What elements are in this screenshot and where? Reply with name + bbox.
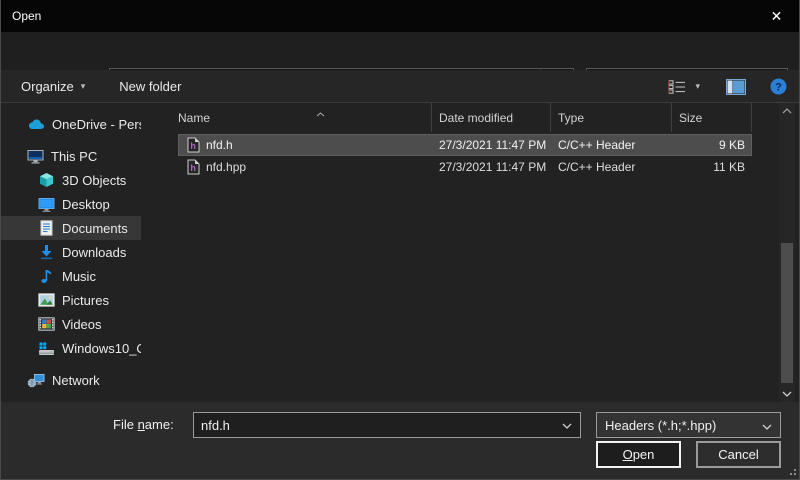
change-view-button[interactable]: ▾ xyxy=(668,80,700,94)
organize-button[interactable]: Organize ▾ xyxy=(21,79,85,94)
navigation-sidebar: OneDrive - Persor This PC 3D Objects Deskto… xyxy=(1,103,161,402)
file-row[interactable]: h nfd.h 27/3/2021 11:47 PMC/C++ Header9 KB xyxy=(178,134,752,156)
details-view-icon xyxy=(668,80,686,94)
navigation-bar: ← → ↑ « GitHub›nativefiledialog›src›incl… xyxy=(1,32,799,70)
column-header-type[interactable]: Type xyxy=(551,103,672,132)
sidebar-item-label: Documents xyxy=(62,221,128,236)
open-button[interactable]: Open xyxy=(596,441,681,468)
header-file-icon: h xyxy=(187,137,200,153)
sidebar-item-label: Desktop xyxy=(62,197,110,212)
organize-label: Organize xyxy=(21,79,74,94)
file-date: 27/3/2021 11:47 PM xyxy=(432,160,551,174)
drive-icon xyxy=(38,341,55,356)
download-icon xyxy=(38,244,55,260)
file-type: C/C++ Header xyxy=(551,160,672,174)
sidebar-item-3d-objects[interactable]: 3D Objects xyxy=(1,168,141,192)
close-button[interactable]: ✕ xyxy=(754,0,799,32)
close-icon: ✕ xyxy=(771,8,783,25)
file-date: 27/3/2021 11:47 PM xyxy=(432,138,551,152)
sidebar-item-pictures[interactable]: Pictures xyxy=(1,288,141,312)
sidebar-item-label: OneDrive - Persor xyxy=(52,117,141,132)
caret-down-icon: ▾ xyxy=(695,81,700,92)
sidebar-item-music[interactable]: Music xyxy=(1,264,141,288)
column-headers: NameDate modifiedTypeSize xyxy=(161,103,800,132)
onedrive-icon xyxy=(27,118,45,130)
sidebar-item-label: Pictures xyxy=(62,293,109,308)
column-header-name[interactable]: Name xyxy=(178,103,432,132)
cancel-button[interactable]: Cancel xyxy=(696,441,781,468)
sidebar-item-label: Network xyxy=(52,373,100,388)
sidebar-item-label: Windows10_OS ( xyxy=(62,341,141,356)
file-size: 11 KB xyxy=(672,160,752,174)
network-icon xyxy=(27,373,45,388)
file-type-value: Headers (*.h;*.hpp) xyxy=(597,418,754,433)
chevron-down-icon xyxy=(562,416,572,434)
new-folder-label: New folder xyxy=(119,79,181,94)
sidebar-item-onedrive-persor[interactable]: OneDrive - Persor xyxy=(1,112,141,136)
sidebar-item-label: Downloads xyxy=(62,245,126,260)
sidebar-item-label: Music xyxy=(62,269,96,284)
file-name: nfd.hpp xyxy=(206,160,246,174)
svg-text:h: h xyxy=(190,163,196,173)
sidebar-item-videos[interactable]: Videos xyxy=(1,312,141,336)
svg-text:?: ? xyxy=(775,82,782,94)
dialog-content: OneDrive - Persor This PC 3D Objects Deskto… xyxy=(1,103,799,402)
file-name: nfd.h xyxy=(206,138,233,152)
file-name-label: File name: xyxy=(113,417,174,432)
open-dialog-window: Open ✕ ← → ↑ « GitHub›nativefiledialog›s… xyxy=(0,0,800,480)
preview-pane-button[interactable] xyxy=(726,79,746,95)
new-folder-button[interactable]: New folder xyxy=(119,79,181,94)
file-name-input[interactable] xyxy=(194,418,554,433)
svg-text:h: h xyxy=(190,141,196,151)
film-icon xyxy=(38,317,55,331)
sidebar-item-network[interactable]: Network xyxy=(1,368,141,392)
file-size: 9 KB xyxy=(672,138,752,152)
sidebar-item-label: Videos xyxy=(62,317,102,332)
file-type: C/C++ Header xyxy=(551,138,672,152)
file-list: NameDate modifiedTypeSize h nfd.h 27/3/202… xyxy=(161,103,800,402)
cube-icon xyxy=(38,172,55,188)
computer-icon xyxy=(27,149,44,164)
sidebar-item-documents[interactable]: Documents xyxy=(1,216,141,240)
chevron-down-icon xyxy=(754,418,780,433)
sidebar-item-windows10-os[interactable]: Windows10_OS ( xyxy=(1,336,141,360)
file-name-combo xyxy=(193,412,581,438)
desktop-icon xyxy=(38,197,55,212)
file-row[interactable]: h nfd.hpp 27/3/2021 11:47 PMC/C++ Header11… xyxy=(178,156,752,178)
dialog-footer: File name: Headers (*.h;*.hpp) Open Canc… xyxy=(1,402,799,480)
file-rows: h nfd.h 27/3/2021 11:47 PMC/C++ Header9 KB… xyxy=(161,132,800,178)
column-header-date-modified[interactable]: Date modified xyxy=(432,103,551,132)
window-title: Open xyxy=(12,9,41,23)
music-icon xyxy=(38,268,55,284)
open-button-label: Open xyxy=(623,447,655,462)
command-toolbar: Organize ▾ New folder ▾ ? xyxy=(1,70,799,103)
sidebar-item-downloads[interactable]: Downloads xyxy=(1,240,141,264)
resize-grip-icon[interactable] xyxy=(786,465,796,475)
column-header-size[interactable]: Size xyxy=(672,103,752,132)
header-file-icon: h xyxy=(187,159,200,175)
sidebar-item-label: 3D Objects xyxy=(62,173,126,188)
file-name-dropdown-button[interactable] xyxy=(554,416,580,434)
caret-down-icon: ▾ xyxy=(81,81,86,92)
sidebar-group-gap xyxy=(1,360,161,368)
title-bar: Open ✕ xyxy=(1,0,799,32)
cancel-button-label: Cancel xyxy=(718,447,758,462)
help-button[interactable]: ? xyxy=(770,78,787,95)
sidebar-item-label: This PC xyxy=(51,149,97,164)
sidebar-item-this-pc[interactable]: This PC xyxy=(1,144,141,168)
toolbar-right-group: ▾ ? xyxy=(668,70,787,103)
picture-icon xyxy=(38,293,55,307)
file-type-select[interactable]: Headers (*.h;*.hpp) xyxy=(596,412,781,438)
sort-ascending-icon xyxy=(316,104,325,122)
document-icon xyxy=(38,220,55,236)
sidebar-group-gap xyxy=(1,136,161,144)
sidebar-item-desktop[interactable]: Desktop xyxy=(1,192,141,216)
